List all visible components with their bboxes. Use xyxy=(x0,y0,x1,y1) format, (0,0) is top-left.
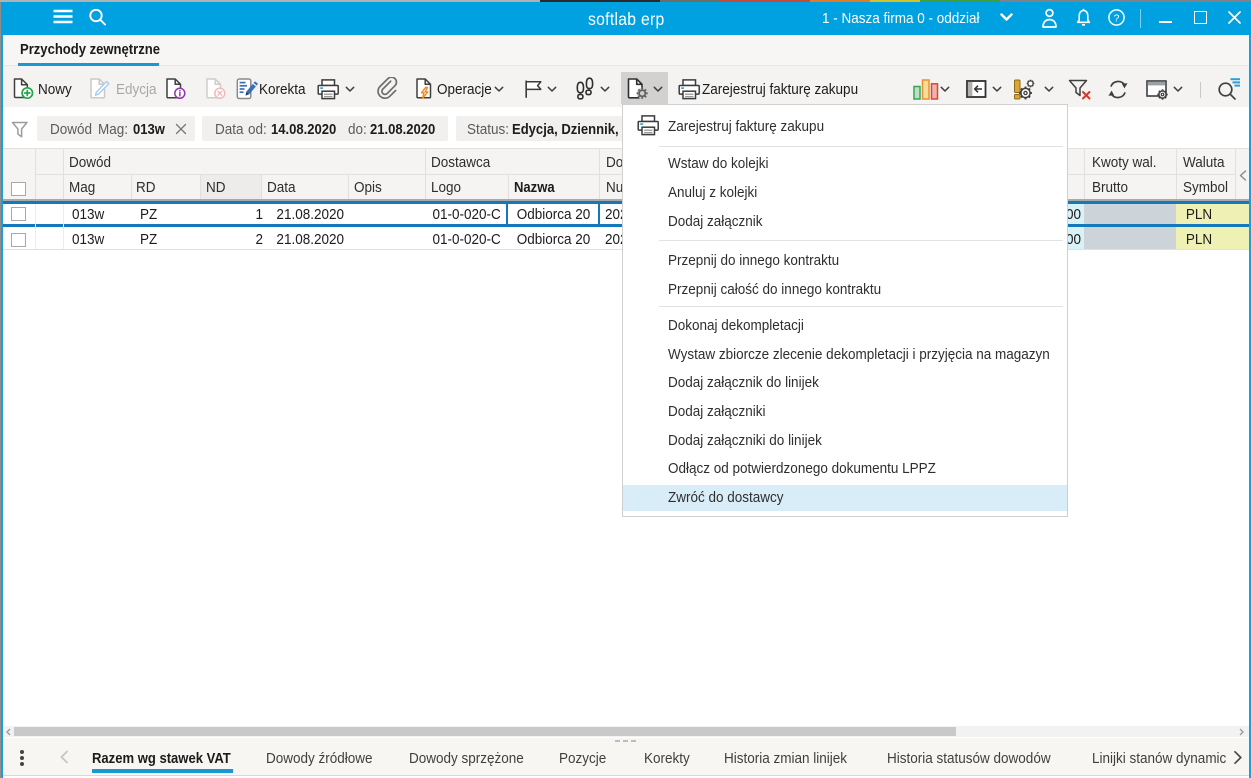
svg-text:?: ? xyxy=(1114,12,1120,24)
